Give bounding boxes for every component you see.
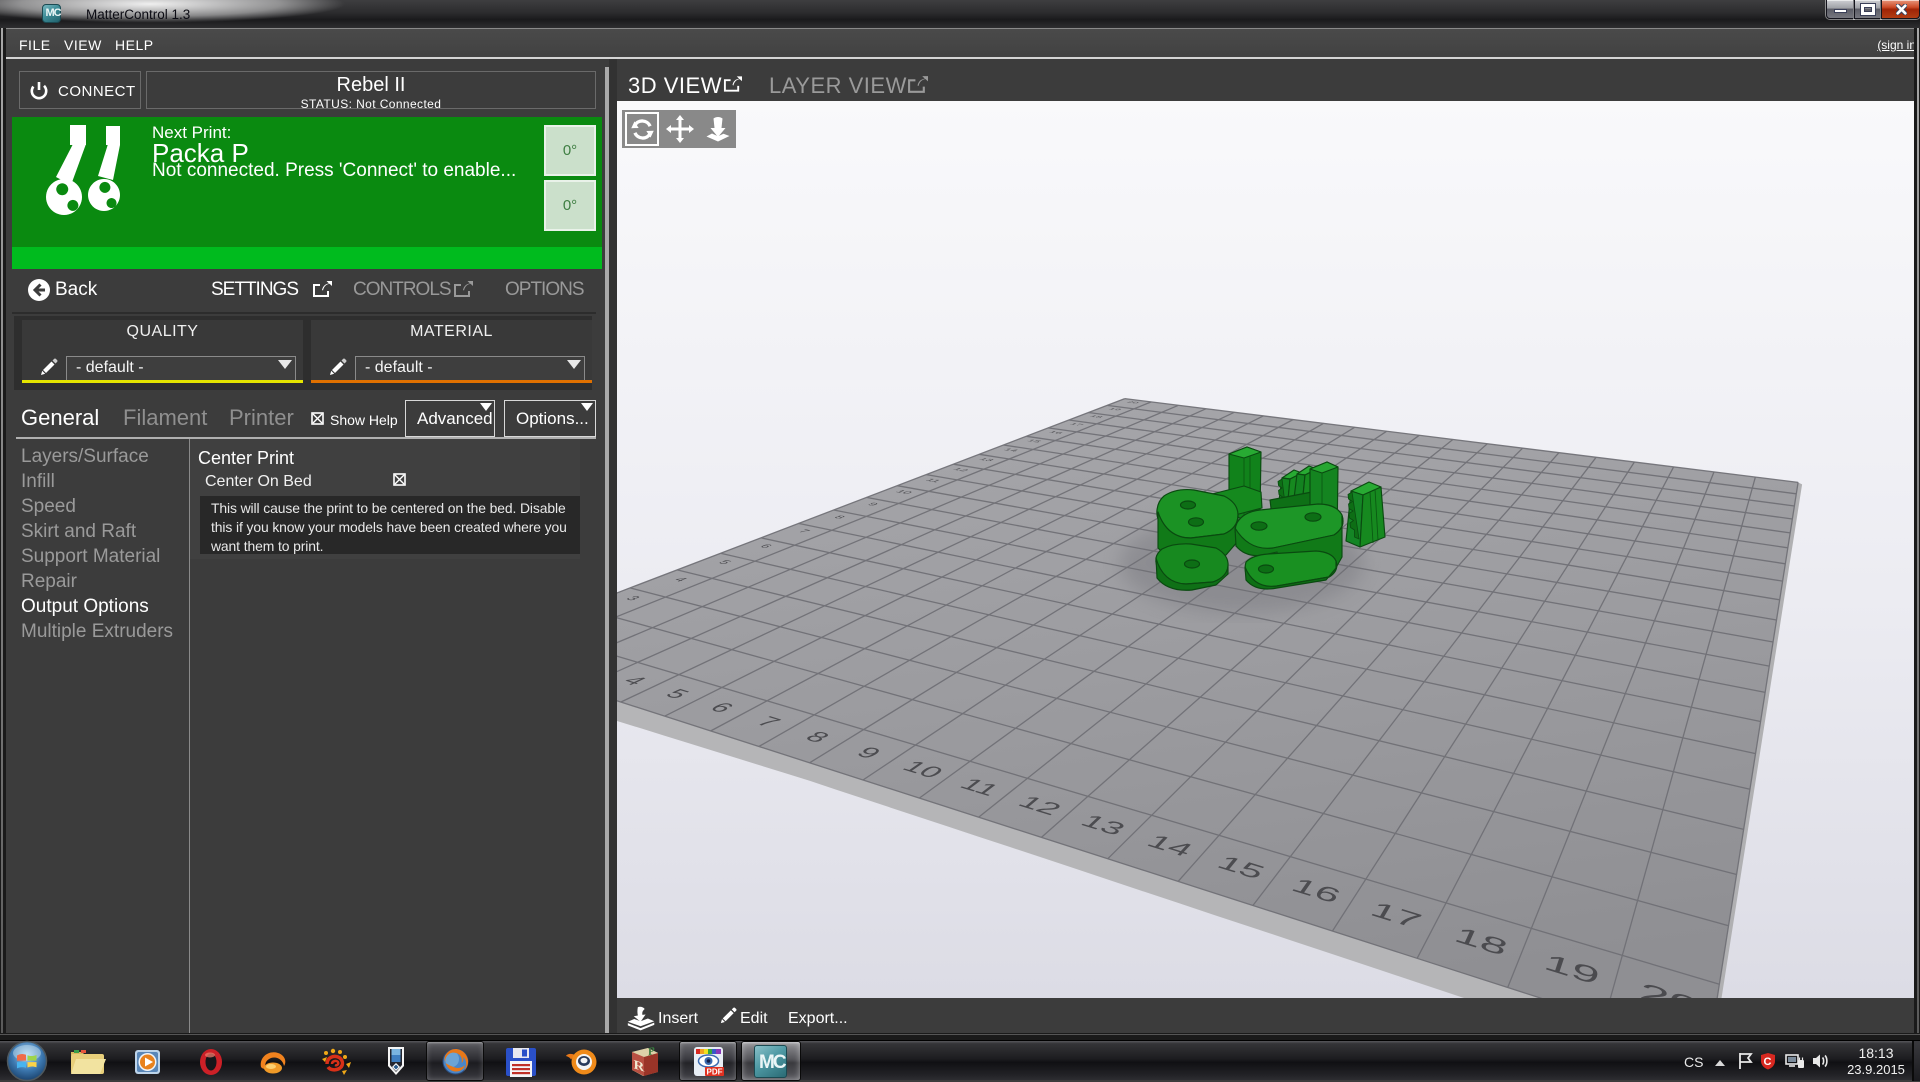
svg-text:R: R bbox=[634, 1058, 646, 1076]
svg-text:PDF: PDF bbox=[707, 1068, 723, 1077]
svg-text:P: P bbox=[648, 1046, 655, 1058]
svg-text:C: C bbox=[1764, 1056, 1772, 1068]
